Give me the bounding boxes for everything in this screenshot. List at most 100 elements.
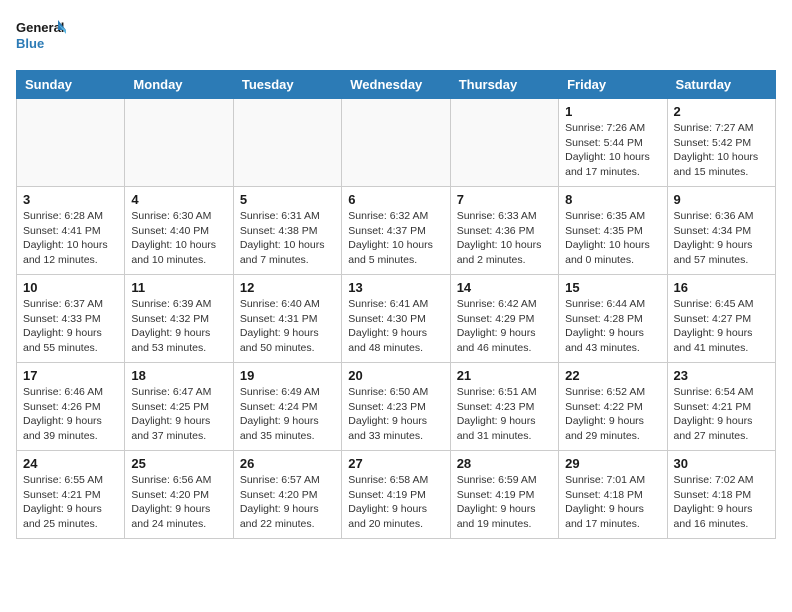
day-number: 5	[240, 192, 335, 207]
day-info: Sunrise: 6:47 AM Sunset: 4:25 PM Dayligh…	[131, 385, 226, 444]
day-info: Sunrise: 6:52 AM Sunset: 4:22 PM Dayligh…	[565, 385, 660, 444]
day-number: 1	[565, 104, 660, 119]
day-info: Sunrise: 7:01 AM Sunset: 4:18 PM Dayligh…	[565, 473, 660, 532]
calendar-cell: 15 Sunrise: 6:44 AM Sunset: 4:28 PM Dayli…	[559, 275, 667, 363]
day-number: 10	[23, 280, 118, 295]
day-info: Sunrise: 6:46 AM Sunset: 4:26 PM Dayligh…	[23, 385, 118, 444]
calendar-cell: 25 Sunrise: 6:56 AM Sunset: 4:20 PM Dayli…	[125, 451, 233, 539]
weekday-header-row: SundayMondayTuesdayWednesdayThursdayFrid…	[17, 71, 776, 99]
calendar-cell: 19 Sunrise: 6:49 AM Sunset: 4:24 PM Dayli…	[233, 363, 341, 451]
weekday-header-thursday: Thursday	[450, 71, 558, 99]
week-row-3: 10 Sunrise: 6:37 AM Sunset: 4:33 PM Dayli…	[17, 275, 776, 363]
day-number: 8	[565, 192, 660, 207]
calendar-cell: 9 Sunrise: 6:36 AM Sunset: 4:34 PM Daylig…	[667, 187, 775, 275]
day-number: 28	[457, 456, 552, 471]
day-number: 17	[23, 368, 118, 383]
calendar-cell: 29 Sunrise: 7:01 AM Sunset: 4:18 PM Dayli…	[559, 451, 667, 539]
day-info: Sunrise: 7:02 AM Sunset: 4:18 PM Dayligh…	[674, 473, 769, 532]
header: General Blue	[16, 16, 776, 60]
day-number: 30	[674, 456, 769, 471]
calendar-cell: 12 Sunrise: 6:40 AM Sunset: 4:31 PM Dayli…	[233, 275, 341, 363]
day-info: Sunrise: 6:49 AM Sunset: 4:24 PM Dayligh…	[240, 385, 335, 444]
day-info: Sunrise: 6:36 AM Sunset: 4:34 PM Dayligh…	[674, 209, 769, 268]
week-row-1: 1 Sunrise: 7:26 AM Sunset: 5:44 PM Daylig…	[17, 99, 776, 187]
day-number: 27	[348, 456, 443, 471]
calendar-cell: 17 Sunrise: 6:46 AM Sunset: 4:26 PM Dayli…	[17, 363, 125, 451]
day-number: 12	[240, 280, 335, 295]
day-number: 22	[565, 368, 660, 383]
weekday-header-wednesday: Wednesday	[342, 71, 450, 99]
day-info: Sunrise: 6:55 AM Sunset: 4:21 PM Dayligh…	[23, 473, 118, 532]
day-info: Sunrise: 7:27 AM Sunset: 5:42 PM Dayligh…	[674, 121, 769, 180]
svg-text:Blue: Blue	[16, 36, 44, 51]
calendar-cell: 13Sunrise: 6:41 AM Sunset: 4:30 PM Dayli…	[342, 275, 450, 363]
calendar-cell	[17, 99, 125, 187]
calendar-cell: 22 Sunrise: 6:52 AM Sunset: 4:22 PM Dayli…	[559, 363, 667, 451]
day-info: Sunrise: 6:35 AM Sunset: 4:35 PM Dayligh…	[565, 209, 660, 268]
day-info: Sunrise: 6:28 AM Sunset: 4:41 PM Dayligh…	[23, 209, 118, 268]
calendar-cell: 2 Sunrise: 7:27 AM Sunset: 5:42 PM Daylig…	[667, 99, 775, 187]
calendar-cell: 28 Sunrise: 6:59 AM Sunset: 4:19 PM Dayli…	[450, 451, 558, 539]
calendar-cell: 5 Sunrise: 6:31 AM Sunset: 4:38 PM Daylig…	[233, 187, 341, 275]
calendar-cell: 24 Sunrise: 6:55 AM Sunset: 4:21 PM Dayli…	[17, 451, 125, 539]
day-info: Sunrise: 6:58 AM Sunset: 4:19 PM Dayligh…	[348, 473, 443, 532]
day-number: 19	[240, 368, 335, 383]
calendar-cell: 8 Sunrise: 6:35 AM Sunset: 4:35 PM Daylig…	[559, 187, 667, 275]
calendar-cell	[342, 99, 450, 187]
calendar-cell: 23Sunrise: 6:54 AM Sunset: 4:21 PM Dayli…	[667, 363, 775, 451]
day-number: 25	[131, 456, 226, 471]
day-info: Sunrise: 6:50 AM Sunset: 4:23 PM Dayligh…	[348, 385, 443, 444]
day-number: 24	[23, 456, 118, 471]
calendar-cell: 6 Sunrise: 6:32 AM Sunset: 4:37 PM Daylig…	[342, 187, 450, 275]
calendar-cell: 7 Sunrise: 6:33 AM Sunset: 4:36 PM Daylig…	[450, 187, 558, 275]
logo: General Blue	[16, 16, 66, 60]
day-number: 4	[131, 192, 226, 207]
calendar-cell: 18 Sunrise: 6:47 AM Sunset: 4:25 PM Dayli…	[125, 363, 233, 451]
week-row-4: 17 Sunrise: 6:46 AM Sunset: 4:26 PM Dayli…	[17, 363, 776, 451]
calendar-cell	[233, 99, 341, 187]
calendar-cell: 14 Sunrise: 6:42 AM Sunset: 4:29 PM Dayli…	[450, 275, 558, 363]
day-info: Sunrise: 6:40 AM Sunset: 4:31 PM Dayligh…	[240, 297, 335, 356]
day-info: Sunrise: 6:39 AM Sunset: 4:32 PM Dayligh…	[131, 297, 226, 356]
calendar-cell: 1 Sunrise: 7:26 AM Sunset: 5:44 PM Daylig…	[559, 99, 667, 187]
weekday-header-friday: Friday	[559, 71, 667, 99]
day-info: Sunrise: 6:57 AM Sunset: 4:20 PM Dayligh…	[240, 473, 335, 532]
calendar-cell: 10 Sunrise: 6:37 AM Sunset: 4:33 PM Dayli…	[17, 275, 125, 363]
day-info: Sunrise: 6:31 AM Sunset: 4:38 PM Dayligh…	[240, 209, 335, 268]
day-number: 6	[348, 192, 443, 207]
weekday-header-saturday: Saturday	[667, 71, 775, 99]
day-number: 7	[457, 192, 552, 207]
day-number: 18	[131, 368, 226, 383]
day-info: Sunrise: 6:32 AM Sunset: 4:37 PM Dayligh…	[348, 209, 443, 268]
day-info: Sunrise: 6:30 AM Sunset: 4:40 PM Dayligh…	[131, 209, 226, 268]
calendar-cell	[450, 99, 558, 187]
day-info: Sunrise: 6:41 AM Sunset: 4:30 PM Dayligh…	[348, 297, 443, 356]
day-number: 26	[240, 456, 335, 471]
svg-text:General: General	[16, 20, 64, 35]
day-info: Sunrise: 6:45 AM Sunset: 4:27 PM Dayligh…	[674, 297, 769, 356]
calendar-cell: 21Sunrise: 6:51 AM Sunset: 4:23 PM Dayli…	[450, 363, 558, 451]
day-info: Sunrise: 6:42 AM Sunset: 4:29 PM Dayligh…	[457, 297, 552, 356]
day-number: 20	[348, 368, 443, 383]
day-info: Sunrise: 6:56 AM Sunset: 4:20 PM Dayligh…	[131, 473, 226, 532]
calendar-cell: 30 Sunrise: 7:02 AM Sunset: 4:18 PM Dayli…	[667, 451, 775, 539]
day-info: Sunrise: 6:59 AM Sunset: 4:19 PM Dayligh…	[457, 473, 552, 532]
day-number: 15	[565, 280, 660, 295]
day-info: Sunrise: 6:33 AM Sunset: 4:36 PM Dayligh…	[457, 209, 552, 268]
calendar-cell	[125, 99, 233, 187]
day-info: Sunrise: 6:44 AM Sunset: 4:28 PM Dayligh…	[565, 297, 660, 356]
day-info: Sunrise: 6:37 AM Sunset: 4:33 PM Dayligh…	[23, 297, 118, 356]
day-info: Sunrise: 7:26 AM Sunset: 5:44 PM Dayligh…	[565, 121, 660, 180]
day-number: 29	[565, 456, 660, 471]
day-number: 14	[457, 280, 552, 295]
weekday-header-monday: Monday	[125, 71, 233, 99]
day-number: 9	[674, 192, 769, 207]
day-info: Sunrise: 6:51 AM Sunset: 4:23 PM Dayligh…	[457, 385, 552, 444]
calendar-cell: 3Sunrise: 6:28 AM Sunset: 4:41 PM Daylig…	[17, 187, 125, 275]
day-number: 2	[674, 104, 769, 119]
calendar-cell: 27 Sunrise: 6:58 AM Sunset: 4:19 PM Dayli…	[342, 451, 450, 539]
day-info: Sunrise: 6:54 AM Sunset: 4:21 PM Dayligh…	[674, 385, 769, 444]
weekday-header-tuesday: Tuesday	[233, 71, 341, 99]
day-number: 16	[674, 280, 769, 295]
logo-svg: General Blue	[16, 16, 66, 60]
